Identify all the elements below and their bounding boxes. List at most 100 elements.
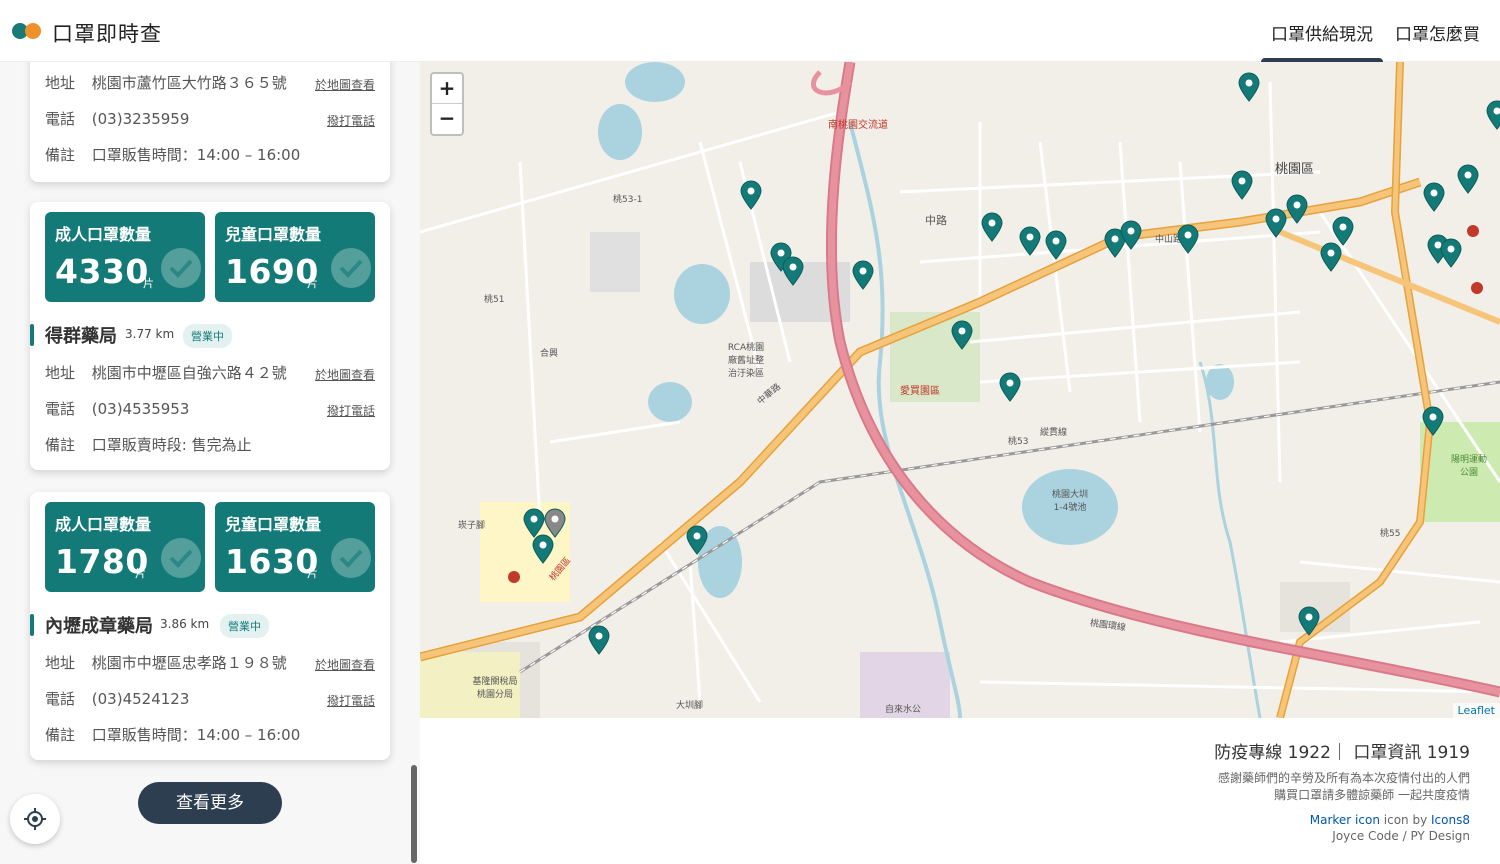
note-label: 備註 (45, 436, 76, 454)
map-label: 桃園大圳1-4號池 (1052, 490, 1089, 513)
address-row: 地址 桃園市中壢區忠孝路１９８號 於地圖查看 (45, 652, 375, 673)
nav-mask-supply[interactable]: 口罩供給現況 (1261, 20, 1383, 62)
icon-credit: Marker icon icon by Icons8 (1310, 813, 1470, 827)
pharmacy-marker-icon[interactable] (999, 372, 1021, 402)
store-distance: 3.77 km (125, 327, 175, 341)
note-label: 備註 (45, 146, 76, 164)
phone-label: 電話 (45, 690, 76, 708)
note-value: 口罩販售時間：14:00 – 16:00 (91, 726, 301, 744)
pharmacy-marker-icon[interactable] (1265, 208, 1287, 238)
app-logo (12, 22, 42, 40)
phone-value: (03)4524123 (91, 690, 190, 708)
pharmacy-marker-icon[interactable] (1238, 72, 1260, 102)
adult-mask-count: 成人口罩數量 4330 片 (45, 212, 205, 302)
pharmacy-marker-icon[interactable] (1231, 170, 1253, 200)
map-view[interactable]: 南桃園交流道 桃園區 中山路 中華路 桃園大圳1-4號池 RCA桃園廠舊址整治汙… (420, 62, 1500, 718)
map-label: 南桃園交流道 (828, 120, 888, 131)
map-label: 崁子腳 (458, 521, 486, 531)
leaflet-attribution-link[interactable]: Leaflet (1452, 703, 1500, 718)
phone-label: 電話 (45, 400, 76, 418)
address-label: 地址 (45, 74, 76, 92)
locate-me-button[interactable] (10, 794, 60, 844)
pharmacy-marker-icon[interactable] (1286, 194, 1308, 224)
nav-how-to-buy[interactable]: 口罩怎麼買 (1395, 20, 1480, 62)
pharmacy-card: 成人口罩數量 4330 片 兒童口罩數量 1690 片 得群藥局 3.77 km… (30, 202, 390, 470)
map-label: 陽明運動公園 (1450, 455, 1487, 478)
map-tiles (420, 62, 1500, 718)
phone-row: 電話 (03)4524123 撥打電話 (45, 688, 375, 709)
pharmacy-marker-icon[interactable] (588, 625, 610, 655)
pharmacy-marker-icon[interactable] (532, 534, 554, 564)
zoom-out-button[interactable]: − (432, 104, 462, 134)
view-more-button[interactable]: 查看更多 (138, 782, 282, 824)
pharmacy-marker-icon[interactable] (852, 260, 874, 290)
map-label: 大圳腳 (676, 701, 704, 711)
view-on-map-link[interactable]: 於地圖查看 (315, 656, 375, 673)
app-header: 口罩即時查 口罩供給現況 口罩怎麼買 (0, 0, 1500, 62)
call-phone-link[interactable]: 撥打電話 (327, 112, 375, 129)
pharmacy-marker-icon[interactable] (981, 212, 1003, 242)
call-phone-link[interactable]: 撥打電話 (327, 402, 375, 419)
pharmacy-marker-icon[interactable] (686, 525, 708, 555)
zoom-in-button[interactable]: + (432, 74, 462, 104)
pharmacy-marker-icon[interactable] (1045, 230, 1067, 260)
icons8-link[interactable]: Icons8 (1431, 813, 1470, 827)
pharmacy-marker-icon[interactable] (1019, 226, 1041, 256)
unit-label: 片 (135, 567, 146, 580)
check-icon (161, 538, 201, 578)
pharmacy-marker-icon[interactable] (544, 508, 566, 538)
note-row: 備註 口罩販賣時段: 售完為止 (45, 434, 375, 455)
sidebar-scrollbar[interactable] (411, 765, 417, 863)
call-phone-link[interactable]: 撥打電話 (327, 692, 375, 709)
view-on-map-link[interactable]: 於地圖查看 (315, 366, 375, 383)
note-label: 備註 (45, 726, 76, 744)
pharmacy-marker-icon[interactable] (1422, 406, 1444, 436)
adult-mask-number: 4330 (55, 252, 149, 291)
child-mask-number: 1690 (225, 252, 319, 291)
phone-label: 電話 (45, 110, 76, 128)
map-label: 桃53-1 (613, 195, 643, 205)
pharmacy-list-sidebar[interactable]: 地址 桃園市蘆竹區大竹路３６５號 於地圖查看 電話 (03)3235959 撥打… (0, 62, 420, 864)
child-mask-count: 兒童口罩數量 1630 片 (215, 502, 375, 592)
adult-mask-count: 成人口罩數量 1780 片 (45, 502, 205, 592)
address-value: 桃園市中壢區忠孝路１９８號 (91, 654, 287, 672)
pharmacy-marker-icon[interactable] (1457, 164, 1479, 194)
marker-icon-link[interactable]: Marker icon (1310, 813, 1380, 827)
pharmacy-marker-icon[interactable] (1486, 100, 1500, 130)
note-value: 口罩販售時間：14:00 – 16:00 (91, 146, 301, 164)
footer: 防疫專線 1922｜ 口罩資訊 1919 感謝藥師們的辛勞及所有為本次疫情付出的… (420, 718, 1500, 864)
pharmacy-marker-icon[interactable] (1320, 242, 1342, 272)
map-label: 桃51 (484, 295, 505, 305)
store-name: 內壢成章藥局 (45, 616, 153, 637)
pharmacy-marker-icon[interactable] (1298, 606, 1320, 636)
child-mask-label: 兒童口罩數量 (225, 225, 322, 244)
main-nav: 口罩供給現況 口罩怎麼買 (1261, 20, 1480, 62)
view-on-map-link[interactable]: 於地圖查看 (315, 76, 375, 93)
store-distance: 3.86 km (160, 617, 210, 631)
pharmacy-marker-icon[interactable] (1177, 224, 1199, 254)
map-label: 中路 (925, 214, 947, 227)
map-label: 桃55 (1380, 529, 1401, 539)
map-label: 愛買園區 (900, 386, 940, 397)
store-name: 得群藥局 (45, 326, 117, 347)
pharmacy-marker-icon[interactable] (1423, 182, 1445, 212)
check-icon (331, 538, 371, 578)
zoom-control: + − (430, 72, 464, 136)
status-badge: 營業中 (183, 324, 232, 348)
phone-row: 電話 (03)4535953 撥打電話 (45, 398, 375, 419)
adult-mask-label: 成人口罩數量 (55, 225, 152, 244)
map-label: 縱貫線 (1040, 428, 1068, 438)
pharmacy-marker-icon[interactable] (740, 180, 762, 210)
pharmacy-marker-icon[interactable] (1440, 238, 1462, 268)
address-label: 地址 (45, 654, 76, 672)
pharmacy-card: 成人口罩數量 1780 片 兒童口罩數量 1630 片 內壢成章藥局 3.86 … (30, 492, 390, 760)
address-row: 地址 桃園市中壢區自強六路４２號 於地圖查看 (45, 362, 375, 383)
pharmacy-marker-icon[interactable] (1120, 220, 1142, 250)
pharmacy-marker-icon[interactable] (951, 320, 973, 350)
pharmacy-marker-icon[interactable] (782, 256, 804, 286)
note-value: 口罩販賣時段: 售完為止 (91, 436, 252, 454)
child-mask-count: 兒童口罩數量 1690 片 (215, 212, 375, 302)
pharmacy-card: 地址 桃園市蘆竹區大竹路３６５號 於地圖查看 電話 (03)3235959 撥打… (30, 62, 390, 182)
note-row: 備註 口罩販售時間：14:00 – 16:00 (45, 724, 375, 745)
unit-label: 片 (307, 277, 318, 290)
